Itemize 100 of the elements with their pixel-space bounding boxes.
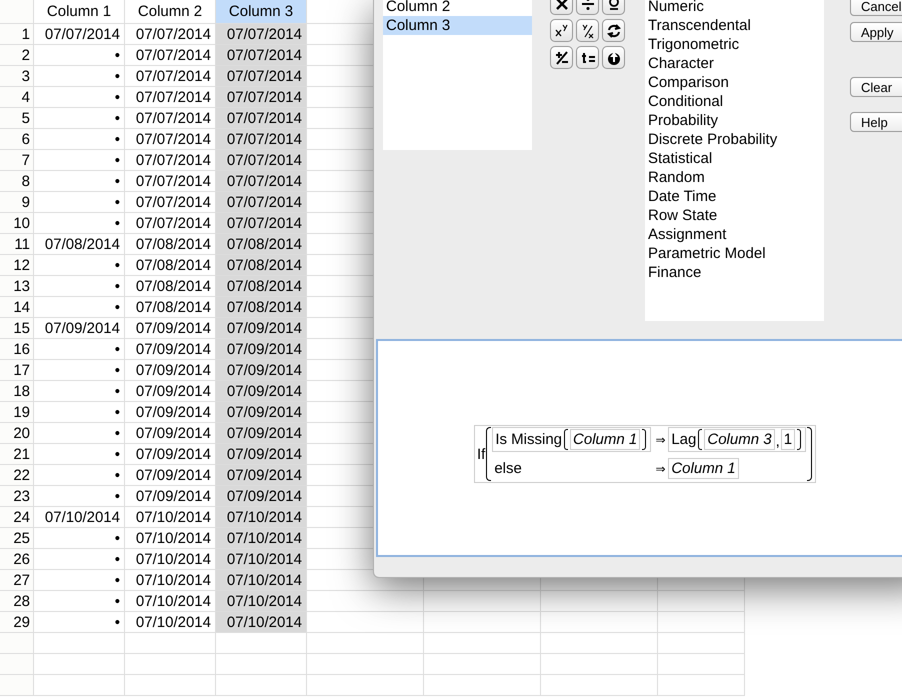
row-number[interactable]: 19 — [0, 402, 34, 423]
dialog-button[interactable]: Clear — [850, 77, 902, 97]
row-number[interactable]: 5 — [0, 108, 34, 129]
keypad-promote-button[interactable] — [602, 46, 625, 69]
row-number[interactable]: 13 — [0, 276, 34, 297]
close-paren — [797, 429, 802, 450]
function-category[interactable]: Parametric Model — [645, 244, 824, 263]
row-number[interactable]: 21 — [0, 444, 34, 465]
argument[interactable]: Column 3 — [704, 429, 775, 450]
row-number[interactable]: 17 — [0, 360, 34, 381]
function-category[interactable]: Probability — [645, 111, 824, 130]
argument[interactable]: Column 1 — [668, 458, 739, 479]
table-cell: 07/10/2014 — [216, 612, 307, 633]
comma: , — [774, 433, 781, 450]
table-cell: • — [34, 276, 125, 297]
brace — [807, 427, 812, 481]
row-number[interactable]: 6 — [0, 129, 34, 150]
table-cell: • — [34, 150, 125, 171]
argument[interactable]: Column 1 — [570, 429, 640, 450]
column-header[interactable]: Column 1 — [34, 0, 125, 24]
function-term[interactable]: Lag Column 3 , 1 — [668, 427, 806, 452]
table-cell: 07/07/2014 — [216, 108, 307, 129]
function-category[interactable]: Discrete Probability — [645, 130, 824, 149]
function-category[interactable]: Statistical — [645, 149, 824, 168]
row-number[interactable]: 23 — [0, 486, 34, 507]
row-number[interactable]: 20 — [0, 423, 34, 444]
table-cell: • — [34, 591, 125, 612]
table-cell: • — [34, 66, 125, 87]
table-cell: • — [34, 423, 125, 444]
table-cell: 07/09/2014 — [216, 360, 307, 381]
function-category[interactable]: Character — [645, 54, 824, 73]
table-cell: 07/07/2014 — [216, 87, 307, 108]
table-cell: • — [34, 255, 125, 276]
argument[interactable]: 1 — [780, 429, 796, 450]
row-number[interactable]: 4 — [0, 87, 34, 108]
row-number[interactable]: 22 — [0, 465, 34, 486]
keypad-negate-button[interactable] — [550, 46, 573, 69]
close-paren — [642, 429, 646, 450]
row-number[interactable]: 27 — [0, 570, 34, 591]
row-number[interactable]: 10 — [0, 213, 34, 234]
multiply-icon — [554, 0, 570, 12]
function-category[interactable]: Finance — [645, 263, 824, 282]
function-name: Lag — [671, 431, 696, 448]
function-category[interactable]: Numeric — [645, 0, 824, 16]
row-number[interactable]: 14 — [0, 297, 34, 318]
function-category[interactable]: Transcendental — [645, 16, 824, 35]
row-number[interactable]: 28 — [0, 591, 34, 612]
dialog-button[interactable]: Cancel — [850, 0, 902, 16]
table-cell: 07/08/2014 — [216, 276, 307, 297]
table-cell: 07/07/2014 — [216, 171, 307, 192]
row-number[interactable]: 18 — [0, 381, 34, 402]
keypad-fraction-button[interactable] — [576, 19, 599, 42]
table-cell: • — [34, 192, 125, 213]
keypad-power-button[interactable] — [550, 19, 573, 42]
function-category[interactable]: Conditional — [645, 92, 824, 111]
table-cell: • — [34, 486, 125, 507]
function-category[interactable]: Date Time — [645, 187, 824, 206]
row-number[interactable]: 15 — [0, 318, 34, 339]
table-cell: 07/09/2014 — [216, 423, 307, 444]
dialog-button[interactable]: Help — [850, 112, 902, 132]
table-cell: 07/10/2014 — [216, 570, 307, 591]
row-number[interactable]: 1 — [0, 24, 34, 45]
row-number[interactable]: 11 — [0, 234, 34, 255]
table-cell: 07/09/2014 — [34, 318, 125, 339]
table-cell: • — [34, 213, 125, 234]
function-category[interactable]: Assignment — [645, 225, 824, 244]
row-number[interactable]: 7 — [0, 150, 34, 171]
keypad-swap-button[interactable] — [602, 19, 625, 42]
row-number[interactable]: 9 — [0, 192, 34, 213]
row-number[interactable]: 25 — [0, 528, 34, 549]
row-number[interactable]: 16 — [0, 339, 34, 360]
column-header[interactable]: Column 3 — [216, 0, 307, 24]
row-number[interactable]: 29 — [0, 612, 34, 633]
table-cell: 07/08/2014 — [216, 297, 307, 318]
table-cell: 07/07/2014 — [216, 45, 307, 66]
column-list-item[interactable]: Column 3 — [383, 16, 532, 35]
table-cell: 07/10/2014 — [216, 507, 307, 528]
column-list-item[interactable]: Column 2 — [383, 0, 532, 16]
function-category[interactable]: Trigonometric — [645, 35, 824, 54]
function-category[interactable]: Row State — [645, 206, 824, 225]
row-number[interactable]: 2 — [0, 45, 34, 66]
row-number[interactable]: 8 — [0, 171, 34, 192]
table-cell: 07/08/2014 — [34, 234, 125, 255]
table-cell: • — [34, 339, 125, 360]
table-cell: 07/09/2014 — [216, 444, 307, 465]
open-paren — [564, 429, 568, 450]
function-category[interactable]: Random — [645, 168, 824, 187]
row-number[interactable]: 12 — [0, 255, 34, 276]
dialog-button[interactable]: Apply — [850, 22, 902, 42]
swap-icon — [606, 22, 622, 38]
row-number[interactable]: 3 — [0, 66, 34, 87]
table-cell: • — [34, 528, 125, 549]
row-number[interactable]: 26 — [0, 549, 34, 570]
formula-editor[interactable]: If Is Missing Column 1 ⇒ Lag Column 3 , 1 else ⇒ Column 1 — [376, 339, 902, 557]
table-cell: • — [34, 360, 125, 381]
row-number[interactable]: 24 — [0, 507, 34, 528]
power-icon — [554, 22, 570, 38]
function-category[interactable]: Comparison — [645, 73, 824, 92]
function-term[interactable]: Is Missing Column 1 — [492, 427, 652, 452]
keypad-assign-button[interactable] — [576, 46, 599, 69]
